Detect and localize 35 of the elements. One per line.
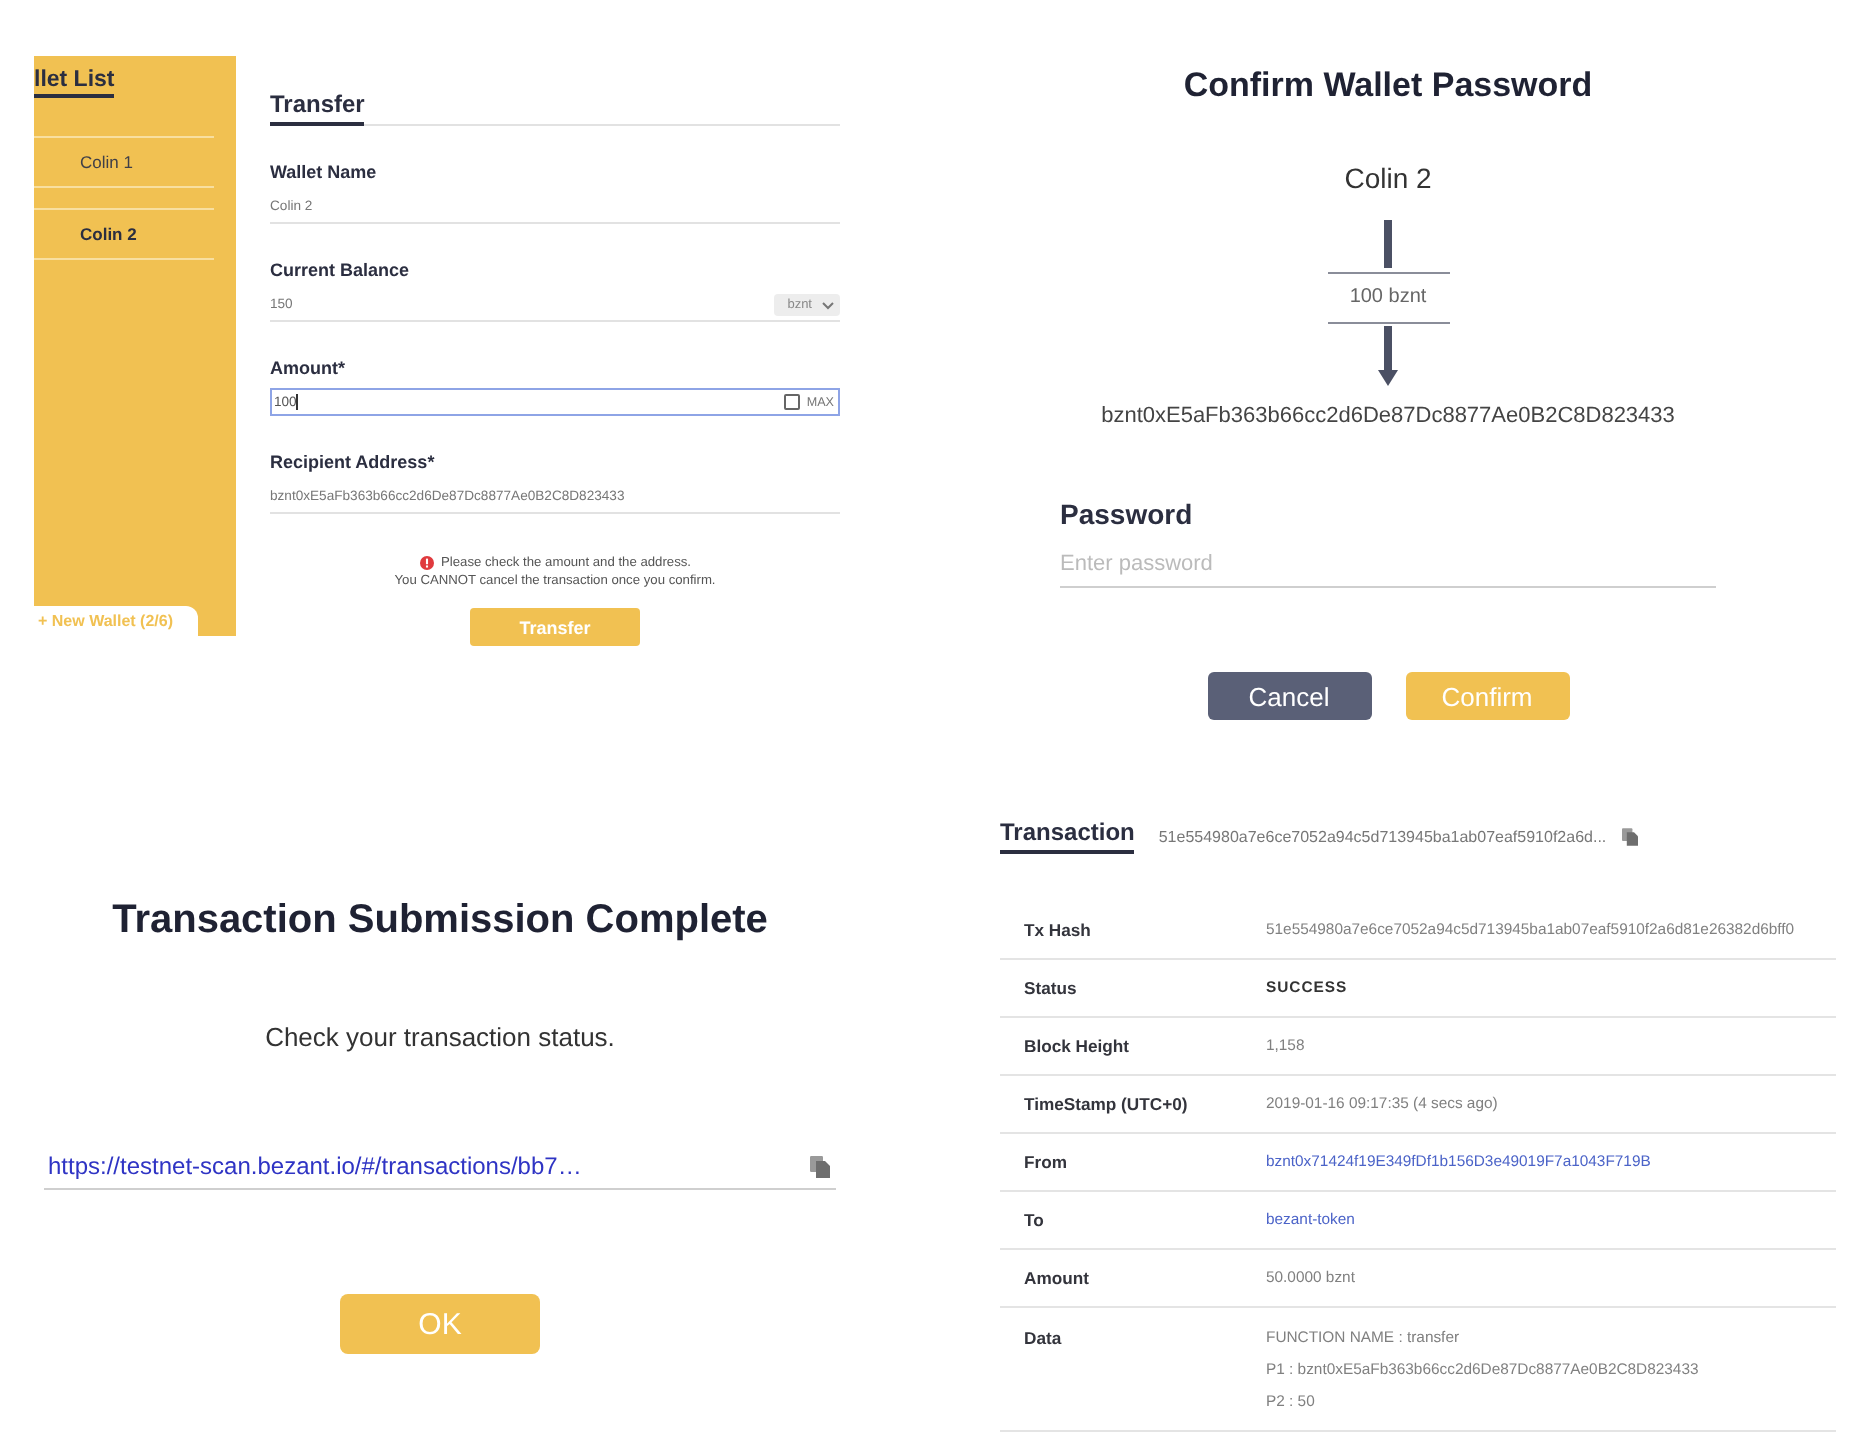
row-label: Data [1022, 1326, 1064, 1350]
row-label: Block Height [1022, 1034, 1132, 1058]
password-label: Password [1060, 498, 1193, 530]
field-label: Amount* [270, 358, 347, 380]
row-label: To [1022, 1208, 1046, 1232]
dialog-title: Confirm Wallet Password [1183, 66, 1593, 106]
recipient-address: bznt0xE5aFb363b66cc2d6De87Dc8877Ae0B2C8D823433 [1101, 402, 1675, 430]
row-label: TimeStamp (UTC+0) [1022, 1092, 1190, 1116]
status-message: Check your transaction status. [265, 1022, 615, 1054]
field-label: Wallet Name [270, 162, 379, 184]
caret-icon [822, 301, 834, 309]
sidebar-title: llet List [34, 66, 115, 98]
down-arrow-icon [1378, 326, 1398, 386]
dialog-title: Transaction Submission Complete [112, 896, 768, 944]
row-label: Tx Hash [1022, 918, 1093, 942]
row-label: Status [1022, 976, 1079, 1000]
copy-icon[interactable] [1622, 827, 1639, 845]
transaction-link[interactable]: https://testnet-scan.bezant.io/#/transactions/bb7… [48, 1152, 582, 1180]
row-label: From [1022, 1150, 1069, 1174]
text-cursor-icon [296, 394, 299, 410]
transfer-tab[interactable]: Transfer [270, 90, 365, 126]
sidebar-item[interactable]: Colin 2 [34, 208, 214, 260]
cancel-button[interactable]: Cancel [1207, 672, 1371, 720]
transaction-tab[interactable]: Transaction [1000, 818, 1135, 854]
transfer-amount: 100 bznt [1327, 272, 1449, 324]
field-label: Current Balance [270, 260, 412, 282]
warning-icon [419, 556, 433, 570]
sidebar-item[interactable]: Colin 1 [34, 136, 214, 188]
transaction-hash: 51e554980a7e6ce7052a94c5d713945ba1ab07eaf5910f2a6d... [1158, 827, 1607, 845]
row-label: Amount [1022, 1266, 1091, 1290]
max-checkbox[interactable] [784, 394, 801, 410]
password-input[interactable]: Enter password [1060, 542, 1716, 588]
copy-icon[interactable] [810, 1155, 830, 1177]
field-label: Recipient Address* [270, 452, 437, 474]
sender-wallet-name: Colin 2 [1344, 162, 1432, 194]
